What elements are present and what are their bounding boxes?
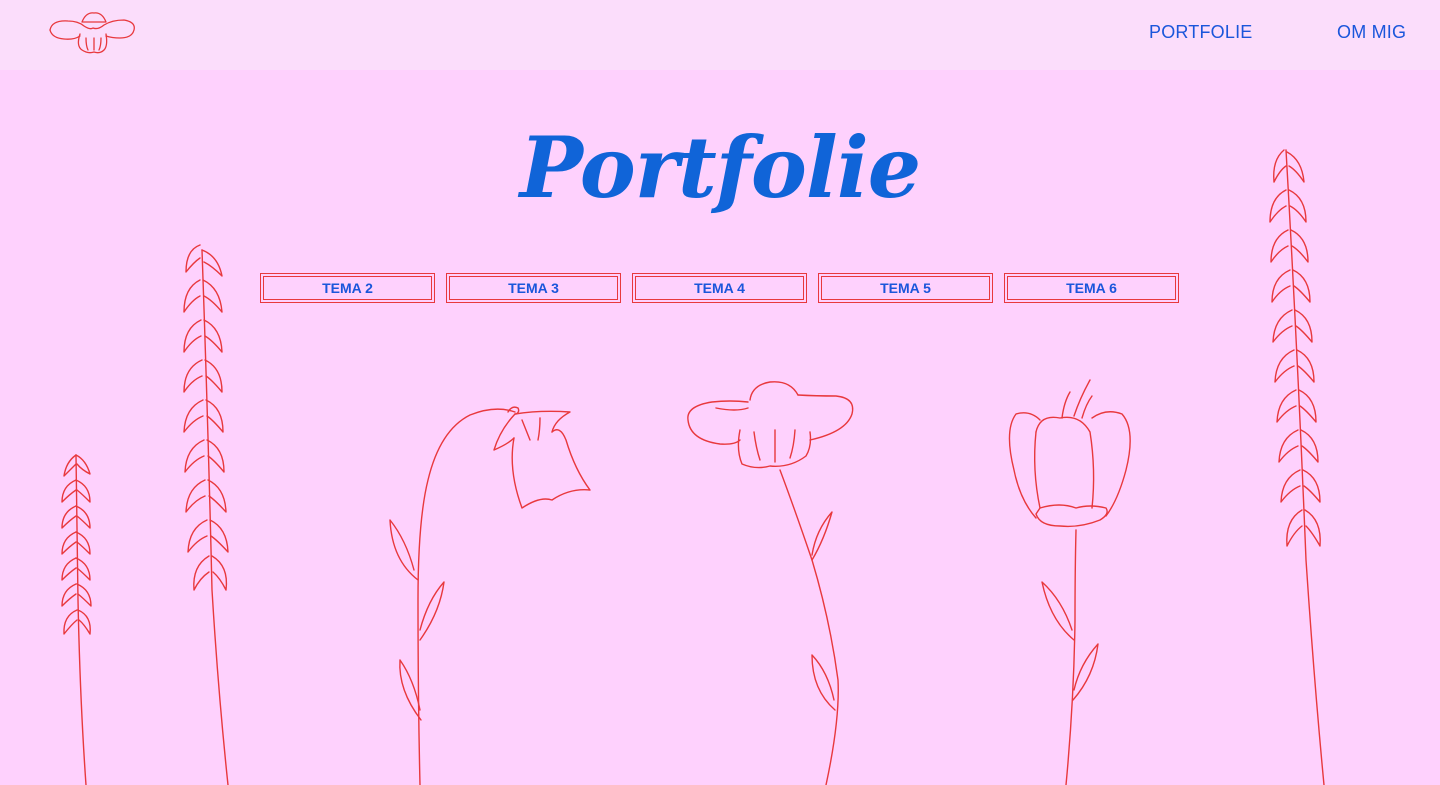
nav-om-mig-link[interactable]: OM MIG <box>1337 22 1406 43</box>
tab-tema-2[interactable]: TEMA 2 <box>260 273 435 303</box>
wheat-small-left <box>61 454 92 785</box>
tulip-flower <box>1008 379 1131 785</box>
tab-tema-3[interactable]: TEMA 3 <box>446 273 621 303</box>
poppy-flower <box>687 381 854 785</box>
wheat-tall-right <box>1269 149 1325 785</box>
page-title: Portfolie <box>519 118 921 217</box>
tab-tema-6[interactable]: TEMA 6 <box>1004 273 1179 303</box>
tab-tema-5[interactable]: TEMA 5 <box>818 273 993 303</box>
tab-tema-4[interactable]: TEMA 4 <box>632 273 807 303</box>
flower-logo-icon[interactable] <box>46 8 140 60</box>
bellflower <box>389 406 591 785</box>
page: PORTFOLIE OM MIG Portfolie TEMA 2 TEMA 3… <box>0 0 1440 785</box>
nav-portfolie-link[interactable]: PORTFOLIE <box>1149 22 1253 43</box>
theme-tabs: TEMA 2 TEMA 3 TEMA 4 TEMA 5 TEMA 6 <box>260 273 1179 303</box>
header: PORTFOLIE OM MIG <box>0 0 1440 70</box>
wheat-tall-left <box>183 244 229 785</box>
